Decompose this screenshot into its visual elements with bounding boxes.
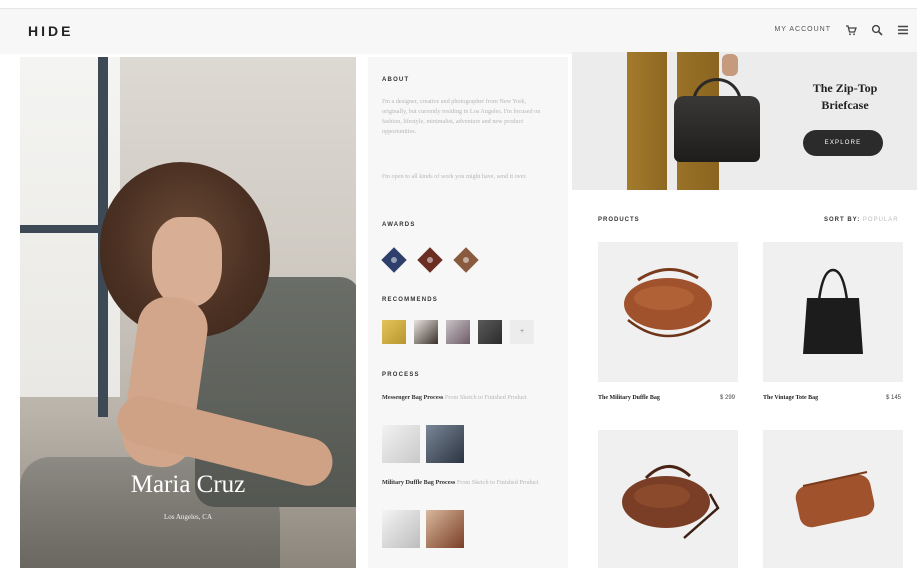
model-face (152, 217, 222, 307)
briefcase-image (674, 96, 760, 162)
featured-banner[interactable]: The Zip-Top Briefcase EXPLORE (572, 52, 917, 190)
window-frame-bar (20, 225, 108, 233)
search-icon[interactable] (871, 23, 883, 36)
award-badge-dot (425, 255, 435, 265)
profile-location: Los Angeles, CA (163, 513, 213, 521)
product-price: $ 145 (886, 395, 902, 401)
tote-bag-image (803, 268, 863, 354)
recommends-title: RECOMMENDS (382, 297, 439, 303)
process-item-name: Messenger Bag Process (382, 394, 444, 401)
products-title: PRODUCTS (598, 217, 640, 223)
process-thumb-2b[interactable] (426, 510, 464, 548)
menu-icon[interactable] (897, 23, 909, 35)
product-name[interactable]: The Vintage Tote Bag (763, 395, 818, 401)
shop-column: The Zip-Top Briefcase EXPLORE PRODUCTS S… (572, 52, 917, 568)
product-card-dopp-kit[interactable] (763, 430, 903, 568)
cart-icon[interactable] (845, 23, 857, 36)
profile-name: Maria Cruz (130, 471, 246, 498)
award-badge-dot (461, 255, 471, 265)
process-title: PROCESS (382, 372, 420, 378)
model-hand (722, 54, 738, 76)
about-title: ABOUT (382, 77, 410, 83)
award-badge-3[interactable] (453, 247, 479, 273)
site-header: HIDE MY ACCOUNT (0, 8, 917, 54)
product-card-duffle[interactable] (598, 242, 738, 382)
sort-value[interactable]: POPULAR (863, 217, 899, 223)
sort-label: SORT BY: (824, 217, 861, 223)
process-item-desc: From Sketch to Finished Product (444, 394, 527, 401)
recommend-avatar-2[interactable] (414, 320, 438, 344)
process-thumb-1a[interactable] (382, 425, 420, 463)
profile-info-column: ABOUT I'm a designer, creative and photo… (368, 57, 568, 568)
about-paragraph-1: I'm a designer, creative and photographe… (382, 98, 541, 135)
process-item-1[interactable]: Messenger Bag Process From Sketch to Fin… (382, 393, 552, 403)
model-leg-left (627, 52, 667, 190)
recommend-avatar-3[interactable] (446, 320, 470, 344)
process-thumb-1b[interactable] (426, 425, 464, 463)
product-card-leather-duffle[interactable] (598, 430, 738, 568)
award-badge-dot (389, 255, 399, 265)
process-item-name: Military Duffle Bag Process (382, 479, 456, 486)
recommend-avatar-4[interactable] (478, 320, 502, 344)
duffle-bag-image (624, 268, 712, 338)
dopp-kit-image (795, 471, 875, 528)
process-item-2[interactable]: Military Duffle Bag Process From Sketch … (382, 478, 552, 488)
award-badge-1[interactable] (381, 247, 407, 273)
sort-control[interactable]: SORT BY: POPULAR (824, 217, 899, 223)
profile-hero-image: Maria Cruz Los Angeles, CA (20, 57, 356, 568)
explore-button[interactable]: EXPLORE (803, 130, 883, 156)
process-item-desc: From Sketch to Finished Product (456, 479, 539, 486)
product-price: $ 299 (720, 395, 736, 401)
awards-title: AWARDS (382, 222, 416, 228)
recommend-avatar-1[interactable] (382, 320, 406, 344)
product-card-tote[interactable] (763, 242, 903, 382)
about-paragraph-2: I'm open to all kinds of work you might … (382, 173, 527, 180)
award-badge-2[interactable] (417, 247, 443, 273)
my-account-link[interactable]: MY ACCOUNT (774, 26, 831, 33)
site-logo[interactable]: HIDE (28, 23, 73, 39)
recommend-more-button[interactable]: + (510, 320, 534, 344)
leather-duffle-image (622, 465, 720, 539)
banner-title: The Zip-Top Briefcase (812, 81, 878, 112)
product-name[interactable]: The Military Duffle Bag (598, 395, 660, 401)
process-thumb-2a[interactable] (382, 510, 420, 548)
header-nav: MY ACCOUNT (774, 23, 909, 36)
